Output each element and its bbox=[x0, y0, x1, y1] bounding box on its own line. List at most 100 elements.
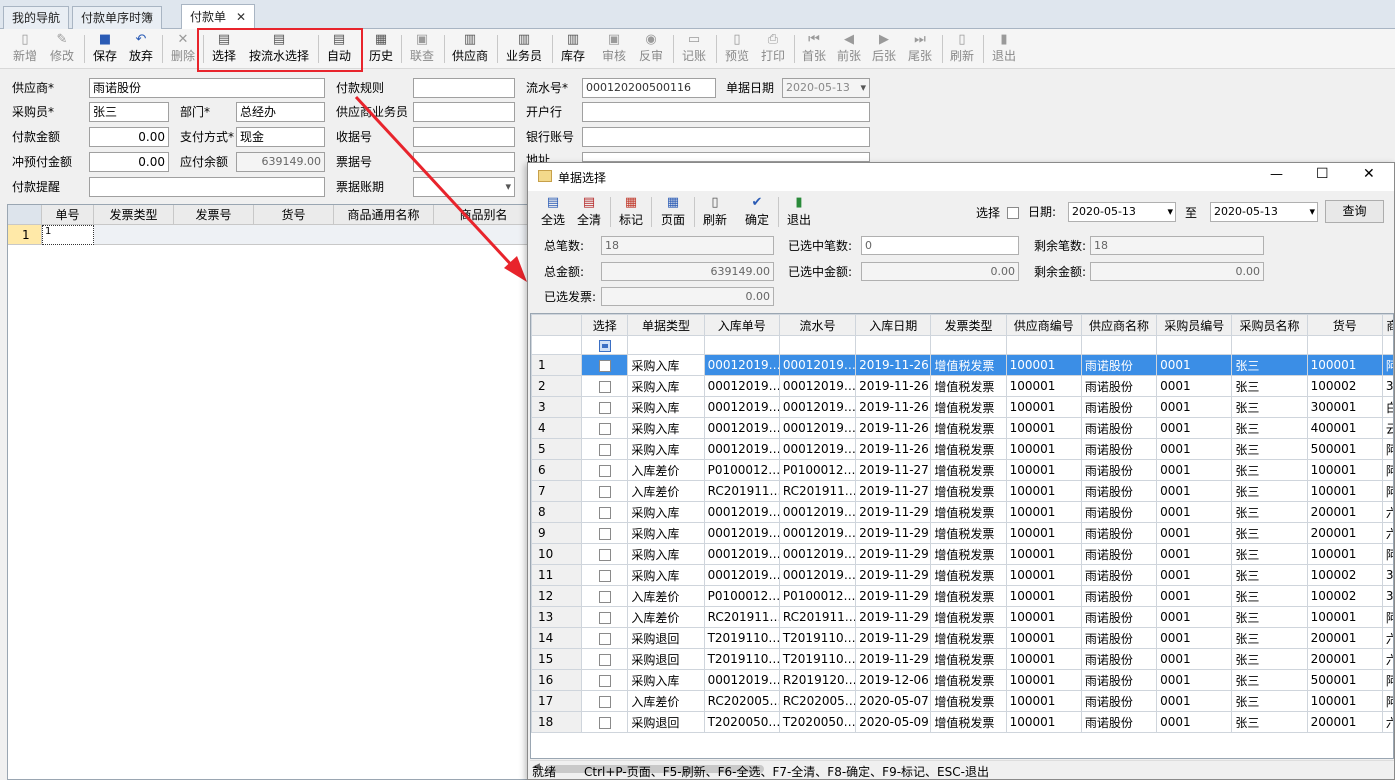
filter-cell[interactable] bbox=[581, 335, 629, 355]
column-header[interactable]: 入库单号 bbox=[703, 314, 780, 336]
cell-date[interactable]: 2019-11-29 bbox=[855, 648, 932, 670]
cell-inv[interactable]: 增值税发票 bbox=[930, 648, 1007, 670]
cell-buyer-code[interactable]: 0001 bbox=[1156, 438, 1233, 460]
cell-item[interactable]: 200001 bbox=[1306, 711, 1383, 733]
cell-sup-name[interactable]: 雨诺股份 bbox=[1080, 690, 1158, 712]
cell-sup-name[interactable]: 雨诺股份 bbox=[1080, 438, 1158, 460]
cell-type[interactable]: 采购退回 bbox=[627, 648, 705, 670]
cell-date[interactable]: 2019-11-26 bbox=[855, 375, 932, 397]
cell-inv[interactable]: 增值税发票 bbox=[930, 522, 1007, 544]
cell-date[interactable]: 2019-11-29 bbox=[855, 585, 932, 607]
column-header[interactable]: 货号 bbox=[1306, 314, 1383, 336]
cell-serial[interactable]: 00012019… bbox=[778, 564, 857, 586]
cell-inv[interactable]: 增值税发票 bbox=[930, 354, 1007, 376]
table-row[interactable]: 16 采购入库 00012019… R2019120… 2019-12-06 增值税发票 1… bbox=[531, 669, 1393, 691]
cell-buyer-name[interactable]: 张三 bbox=[1231, 438, 1308, 460]
cell-inv[interactable]: 增值税发票 bbox=[930, 606, 1007, 628]
row-select-checkbox[interactable] bbox=[598, 527, 611, 540]
confirm-button[interactable]: ✔ 确定 bbox=[740, 195, 774, 231]
cell-sup-code[interactable]: 100001 bbox=[1005, 396, 1082, 418]
cell-inv[interactable]: 增值税发票 bbox=[930, 459, 1007, 481]
cell-sup-code[interactable]: 100001 bbox=[1005, 648, 1082, 670]
cell-extra[interactable]: 阿 bbox=[1381, 543, 1393, 565]
cell-serial[interactable]: 00012019… bbox=[778, 396, 857, 418]
select-cell[interactable] bbox=[581, 543, 629, 565]
cell-buyer-code[interactable]: 0001 bbox=[1156, 417, 1233, 439]
column-header[interactable]: 采购员名称 bbox=[1231, 314, 1308, 336]
cell-serial[interactable]: R2019120… bbox=[778, 669, 857, 691]
table-row[interactable]: 9 采购入库 00012019… 00012019… 2019-11-29 增值税发票 10… bbox=[531, 522, 1393, 544]
cell-item[interactable]: 500001 bbox=[1306, 438, 1383, 460]
cell-inv[interactable]: 增值税发票 bbox=[930, 543, 1007, 565]
cell-in-no[interactable]: RC201911… bbox=[703, 606, 780, 628]
cell-item[interactable]: 200001 bbox=[1306, 627, 1383, 649]
cell-inv[interactable]: 增值税发票 bbox=[930, 669, 1007, 691]
row-select-checkbox[interactable] bbox=[598, 401, 611, 414]
cell-sup-code[interactable]: 100001 bbox=[1005, 522, 1082, 544]
cell-extra[interactable]: 阿 bbox=[1381, 438, 1393, 460]
cell-buyer-name[interactable]: 张三 bbox=[1231, 711, 1308, 733]
cell-sup-name[interactable]: 雨诺股份 bbox=[1080, 669, 1158, 691]
select-cell[interactable] bbox=[581, 690, 629, 712]
cell-in-no[interactable]: 00012019… bbox=[703, 354, 780, 376]
cell-extra[interactable]: 白 bbox=[1381, 396, 1393, 418]
dropdown-arrow-icon[interactable]: ▾ bbox=[1309, 203, 1315, 220]
cell-inv[interactable]: 增值税发票 bbox=[930, 417, 1007, 439]
cell-extra[interactable]: 30 bbox=[1381, 585, 1393, 607]
cell-serial[interactable]: 00012019… bbox=[778, 417, 857, 439]
column-header[interactable]: 供应商编号 bbox=[1005, 314, 1082, 336]
cell-type[interactable]: 采购入库 bbox=[627, 417, 705, 439]
select-cell[interactable] bbox=[581, 564, 629, 586]
table-row[interactable]: 3 采购入库 00012019… 00012019… 2019-11-26 增值税发票 10… bbox=[531, 396, 1393, 418]
filter-cell[interactable] bbox=[1306, 335, 1383, 355]
table-row[interactable]: 10 采购入库 00012019… 00012019… 2019-11-29 增值税发票 1… bbox=[531, 543, 1393, 565]
cell-date[interactable]: 2019-11-26 bbox=[855, 417, 932, 439]
cell-sup-name[interactable]: 雨诺股份 bbox=[1080, 417, 1158, 439]
cell-item[interactable]: 100001 bbox=[1306, 690, 1383, 712]
filter-cell[interactable] bbox=[1381, 335, 1393, 355]
select-cell[interactable] bbox=[581, 627, 629, 649]
date-from-field[interactable]: 2020-05-13 ▾ bbox=[1068, 202, 1176, 222]
select-cell[interactable] bbox=[581, 396, 629, 418]
select-cell[interactable] bbox=[581, 648, 629, 670]
cell-extra[interactable]: 阿 bbox=[1381, 606, 1393, 628]
dialog-exit-button[interactable]: ▮ 退出 bbox=[782, 195, 816, 231]
cell-item[interactable]: 400001 bbox=[1306, 417, 1383, 439]
cell-sup-name[interactable]: 雨诺股份 bbox=[1080, 354, 1158, 376]
cell-in-no[interactable]: T2020050… bbox=[703, 711, 780, 733]
cell-type[interactable]: 采购入库 bbox=[627, 375, 705, 397]
column-header[interactable]: 商 bbox=[1381, 314, 1393, 336]
cell-buyer-code[interactable]: 0001 bbox=[1156, 606, 1233, 628]
cell-in-no[interactable]: T2019110… bbox=[703, 648, 780, 670]
select-cell[interactable] bbox=[581, 438, 629, 460]
cell-date[interactable]: 2019-11-27 bbox=[855, 459, 932, 481]
filter-cell[interactable] bbox=[855, 335, 932, 355]
cell-buyer-name[interactable]: 张三 bbox=[1231, 459, 1308, 481]
select-cell[interactable] bbox=[581, 669, 629, 691]
table-row[interactable]: 2 采购入库 00012019… 00012019… 2019-11-26 增值税发票 10… bbox=[531, 375, 1393, 397]
cell-serial[interactable]: RC201911… bbox=[778, 606, 857, 628]
cell-buyer-code[interactable]: 0001 bbox=[1156, 690, 1233, 712]
cell-serial[interactable]: P0100012… bbox=[778, 585, 857, 607]
cell-type[interactable]: 采购入库 bbox=[627, 354, 705, 376]
cell-type[interactable]: 采购入库 bbox=[627, 396, 705, 418]
select-cell[interactable] bbox=[581, 585, 629, 607]
cell-item[interactable]: 200001 bbox=[1306, 648, 1383, 670]
cell-extra[interactable]: 云 bbox=[1381, 417, 1393, 439]
row-select-checkbox[interactable] bbox=[598, 464, 611, 477]
dialog-refresh-button[interactable]: ▯ 刷新 bbox=[698, 195, 732, 231]
cell-type[interactable]: 采购入库 bbox=[627, 501, 705, 523]
cell-type[interactable]: 采购入库 bbox=[627, 522, 705, 544]
column-header[interactable]: 选择 bbox=[581, 314, 629, 336]
cell-buyer-name[interactable]: 张三 bbox=[1231, 480, 1308, 502]
filter-cell[interactable] bbox=[1005, 335, 1082, 355]
select-cell[interactable] bbox=[581, 501, 629, 523]
cell-sup-code[interactable]: 100001 bbox=[1005, 627, 1082, 649]
select-cell[interactable] bbox=[581, 711, 629, 733]
cell-buyer-name[interactable]: 张三 bbox=[1231, 669, 1308, 691]
cell-in-no[interactable]: T2019110… bbox=[703, 627, 780, 649]
cell-item[interactable]: 100002 bbox=[1306, 564, 1383, 586]
page-button[interactable]: ▦ 页面 bbox=[656, 195, 690, 231]
cell-sup-name[interactable]: 雨诺股份 bbox=[1080, 627, 1158, 649]
cell-sup-code[interactable]: 100001 bbox=[1005, 375, 1082, 397]
